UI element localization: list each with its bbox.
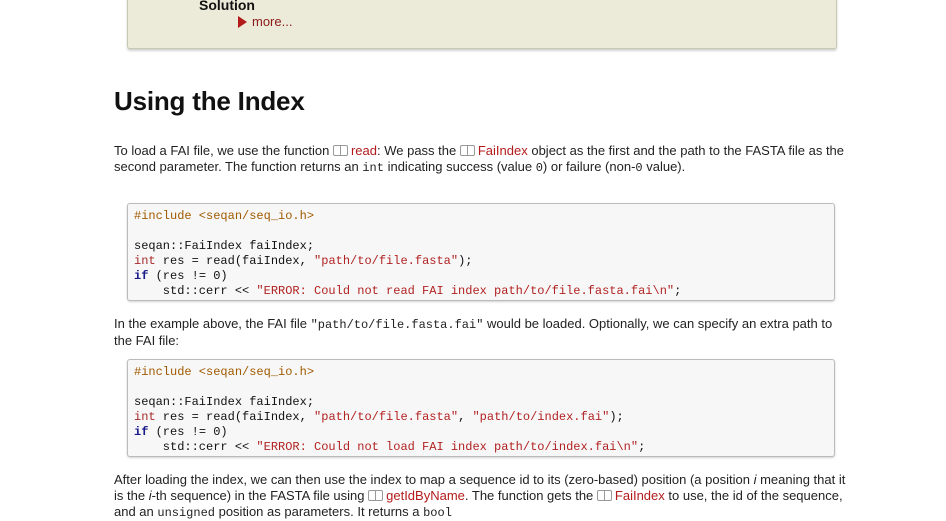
code-keyword: int: [134, 254, 156, 268]
code-line: seqan::FaiIndex faiIndex;: [134, 395, 315, 409]
link-faiindex[interactable]: FaiIndex: [615, 488, 665, 503]
link-read[interactable]: read: [351, 143, 377, 158]
code-string: "ERROR: Could not read FAI index path/to…: [256, 284, 675, 298]
inline-code: int: [362, 161, 384, 175]
text: : We pass the: [377, 143, 460, 158]
book-icon: [332, 145, 348, 156]
paragraph-get-id: After loading the index, we can then use…: [114, 472, 849, 521]
code-text: ,: [458, 410, 473, 424]
code-line: seqan::FaiIndex faiIndex;: [134, 239, 315, 253]
inline-code: 0: [635, 161, 643, 175]
code-keyword: if: [134, 425, 149, 439]
code-block-read: #include <seqan/seq_io.h> seqan::FaiInde…: [127, 203, 835, 301]
text: position as parameters. It returns a: [214, 504, 424, 519]
book-icon: [368, 490, 384, 501]
code-text: std::cerr <<: [134, 440, 257, 454]
code-text: ;: [674, 284, 682, 298]
code-text: );: [458, 254, 473, 268]
code-text: ;: [638, 440, 646, 454]
text: . The function gets the: [464, 488, 597, 503]
code-text: );: [609, 410, 624, 424]
code-string: "path/to/file.fasta": [314, 254, 459, 268]
paragraph-load-fai: To load a FAI file, we use the function …: [114, 143, 849, 176]
text: To load a FAI file, we use the function: [114, 143, 333, 158]
text: value).: [642, 159, 686, 174]
solution-title: Solution: [199, 0, 255, 13]
code-text: (res != 0): [148, 269, 228, 283]
link-faiindex[interactable]: FaiIndex: [478, 143, 528, 158]
inline-code: unsigned: [157, 506, 215, 520]
text: -th sequence) in the FASTA file using: [151, 488, 369, 503]
text: ) or failure (non-: [542, 159, 636, 174]
expand-triangle-icon[interactable]: [238, 16, 247, 28]
inline-code: "path/to/file.fasta.fai": [310, 318, 484, 332]
code-text: std::cerr <<: [134, 284, 257, 298]
text: indicating success (value: [383, 159, 536, 174]
code-block-read-index: #include <seqan/seq_io.h> seqan::FaiInde…: [127, 359, 835, 457]
link-getidbyname[interactable]: getIdByName: [386, 488, 465, 503]
code-keyword: int: [134, 410, 156, 424]
code-text: res = read(faiIndex,: [155, 410, 315, 424]
book-icon: [459, 145, 475, 156]
inline-code: bool: [423, 506, 452, 520]
code-keyword: if: [134, 269, 149, 283]
inline-code: 0: [535, 161, 543, 175]
text: After loading the index, we can then use…: [114, 472, 754, 487]
solution-more-label[interactable]: more...: [252, 14, 292, 29]
code-line: #include <seqan/seq_io.h>: [134, 365, 315, 379]
code-string: "path/to/index.fai": [472, 410, 610, 424]
code-text: (res != 0): [148, 425, 228, 439]
code-text: res = read(faiIndex,: [155, 254, 315, 268]
book-icon: [596, 490, 612, 501]
paragraph-example: In the example above, the FAI file "path…: [114, 316, 849, 349]
solution-more-toggle[interactable]: more...: [238, 14, 292, 29]
solution-box: Solution more...: [127, 0, 837, 49]
text: In the example above, the FAI file: [114, 316, 311, 331]
code-string: "path/to/file.fasta": [314, 410, 459, 424]
section-heading: Using the Index: [114, 86, 305, 116]
code-line: #include <seqan/seq_io.h>: [134, 209, 315, 223]
code-string: "ERROR: Could not load FAI index path/to…: [256, 440, 639, 454]
